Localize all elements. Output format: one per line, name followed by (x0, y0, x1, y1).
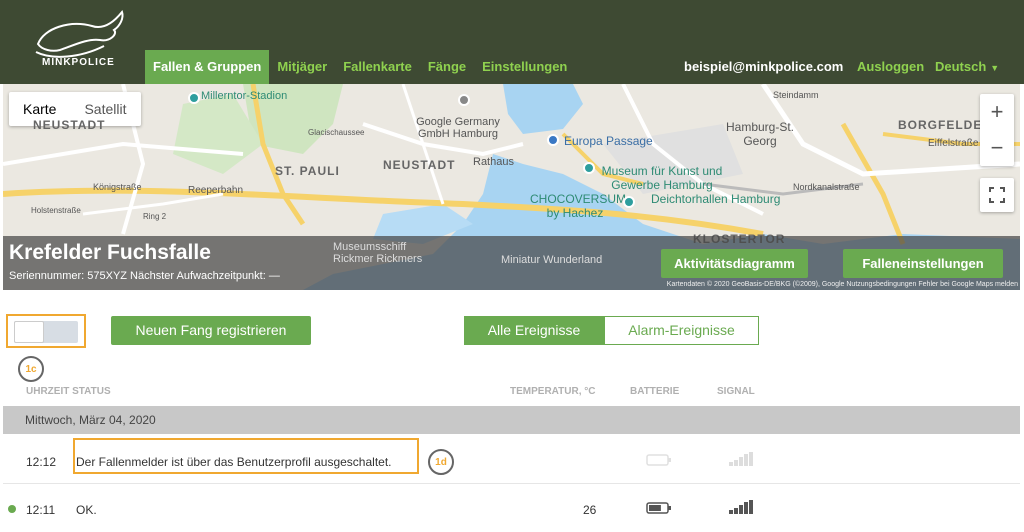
day-label: Mittwoch, März 04, 2020 (25, 413, 156, 427)
map-pin-icon (188, 92, 200, 104)
trap-subtitle: Seriennummer: 575XYZ Nächster Aufwachzei… (9, 270, 280, 282)
map-label-ring2: Ring 2 (143, 212, 167, 221)
map-label-europa: Europa Passage (564, 134, 653, 148)
header-signal: SIGNAL (717, 386, 755, 397)
map-label-nord: Nordkanalstraße (793, 182, 860, 192)
map-label-hbf: Hamburg-St. Georg (725, 120, 795, 148)
map-attribution[interactable]: Kartendaten © 2020 GeoBasis-DE/BKG (©200… (667, 281, 1018, 288)
zoom-out-icon[interactable]: − (980, 130, 1014, 166)
logout-link[interactable]: Ausloggen (857, 59, 924, 74)
filter-alarm-events[interactable]: Alarm-Ereignisse (604, 316, 759, 345)
header-time-status: UHRZEIT STATUS (26, 386, 111, 397)
battery-icon (646, 502, 671, 514)
fullscreen-icon[interactable] (980, 178, 1014, 212)
map-pin-icon (623, 196, 635, 208)
map-label-deich: Deichtorhallen Hamburg (651, 192, 781, 206)
toggle-knob (14, 321, 44, 343)
map-label-neustadt-upper: NEUSTADT (33, 118, 106, 132)
row-message: OK. (76, 503, 97, 517)
trap-toggle-switch[interactable] (6, 314, 86, 348)
signal-full-icon (729, 500, 753, 514)
header-temperature: TEMPERATUR, °C (510, 386, 596, 397)
map-label-holsten: Holstenstraße (31, 206, 81, 215)
status-ok-dot (8, 505, 16, 513)
signal-weak-icon (729, 452, 753, 466)
nav-traps-groups[interactable]: Fallen & Gruppen (145, 50, 270, 84)
map-label-museumsschiff: Museumsschiff Rickmer Rickmers (333, 241, 423, 265)
map-pin-icon (547, 134, 559, 146)
activity-diagram-button[interactable]: Aktivitätsdiagramm (661, 249, 808, 278)
table-row[interactable]: 12:12 Der Fallenmelder ist über das Benu… (3, 436, 1020, 484)
map-label-choco: CHOCOVERSUM by Hachez (530, 192, 627, 220)
filter-all-events[interactable]: Alle Ereignisse (464, 316, 604, 345)
map-label-neustadt: NEUSTADT (383, 158, 456, 172)
map-label-google: Google Germany GmbH Hamburg (416, 116, 500, 140)
map-pin-icon (458, 94, 470, 106)
map-pin-icon (583, 162, 595, 174)
map-label-miniatur: Miniatur Wunderland (501, 254, 603, 266)
map-label-rathaus: Rathaus (473, 156, 514, 168)
map-label-koenig: Königstraße (93, 182, 142, 192)
row-time: 12:12 (26, 455, 57, 469)
nav-co-hunters[interactable]: Mitjäger (269, 50, 335, 84)
map-label-reeperbahn: Reeperbahn (188, 185, 244, 196)
main-nav: Fallen & Gruppen Mitjäger Fallenkarte Fä… (145, 50, 575, 84)
trap-info-overlay: Krefelder Fuchsfalle Seriennummer: 575XY… (3, 236, 1020, 290)
nav-settings[interactable]: Einstellungen (474, 50, 575, 84)
language-label: Deutsch (935, 59, 987, 74)
trap-settings-button[interactable]: Falleneinstellungen (843, 249, 1003, 278)
trap-name: Krefelder Fuchsfalle (9, 241, 211, 264)
caret-down-icon: ▼ (990, 63, 1000, 73)
map-label-millerntor: Millerntor-Stadion (201, 90, 288, 102)
battery-empty-icon (646, 454, 671, 466)
zoom-control: + − (980, 94, 1014, 166)
zoom-in-icon[interactable]: + (980, 94, 1014, 130)
map-label-borgfelde: BORGFELDE (898, 118, 983, 132)
header-battery: BATTERIE (630, 386, 680, 397)
day-group-header: Mittwoch, März 04, 2020 (3, 406, 1020, 434)
row-temperature: 26 (583, 503, 597, 517)
row-time: 12:11 (26, 503, 56, 517)
map-label-museum: Museum für Kunst und Gewerbe Hamburg (601, 164, 723, 192)
nav-trap-map[interactable]: Fallenkarte (335, 50, 420, 84)
brand-name: MINKPOLICE (42, 57, 115, 68)
event-filter: Alle Ereignisse Alarm-Ereignisse (464, 316, 759, 345)
user-email: beispiel@minkpolice.com (684, 59, 844, 74)
table-row[interactable]: 12:11 OK. 26 (3, 485, 1020, 532)
map-view[interactable]: Karte Satellit Millerntor-Stadion NEUSTA… (3, 84, 1020, 290)
nav-catches[interactable]: Fänge (420, 50, 474, 84)
annotation-1c: 1c (18, 356, 44, 382)
language-dropdown[interactable]: Deutsch ▼ (935, 59, 999, 74)
row-message: Der Fallenmelder ist über das Benutzerpr… (76, 455, 392, 469)
annotation-1d: 1d (428, 449, 454, 475)
map-label-eiffel: Eiffelstraße (928, 138, 979, 149)
register-catch-button[interactable]: Neuen Fang registrieren (111, 316, 311, 345)
map-label-glacis: Glacischaussee (308, 128, 365, 137)
top-header: MINKPOLICE Fallen & Gruppen Mitjäger Fal… (0, 0, 1024, 84)
map-label-steindamm: Steindamm (773, 90, 819, 100)
map-label-stpauli: ST. PAULI (275, 164, 340, 178)
